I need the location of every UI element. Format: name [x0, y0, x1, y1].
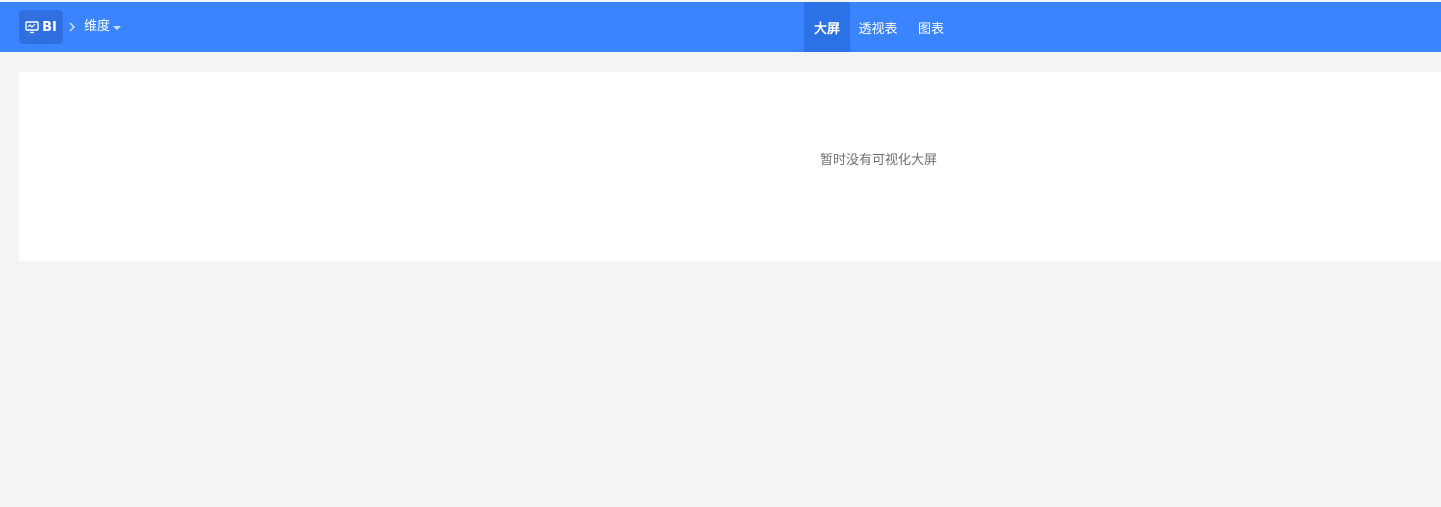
- logo-text: BI: [42, 19, 57, 35]
- tab-pivot-table[interactable]: 透视表: [850, 2, 906, 52]
- tab-big-screen[interactable]: 大屏: [804, 2, 850, 52]
- monitor-icon: [25, 20, 39, 34]
- chevron-right-icon: [66, 18, 78, 36]
- tab-label: 透视表: [858, 21, 898, 37]
- caret-down-icon: [113, 26, 122, 30]
- top-navbar: BI 维度 大屏 透视表 图表: [0, 2, 1441, 52]
- bi-home-button[interactable]: BI: [19, 10, 63, 44]
- view-tabs: 大屏 透视表 图表: [804, 2, 956, 52]
- empty-state-message: 暂时没有可视化大屏: [820, 153, 938, 168]
- breadcrumb-current: 维度: [84, 19, 111, 34]
- tab-label: 图表: [917, 21, 944, 37]
- tab-chart[interactable]: 图表: [906, 2, 956, 52]
- content-panel: 暂时没有可视化大屏: [19, 72, 1441, 261]
- tab-label: 大屏: [813, 21, 840, 37]
- breadcrumb-dimension-dropdown[interactable]: 维度: [84, 17, 122, 37]
